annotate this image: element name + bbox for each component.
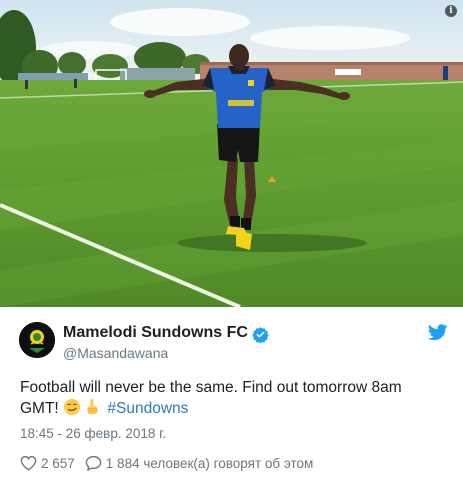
- verified-badge-icon: [252, 327, 269, 343]
- club-crest-icon: [19, 322, 55, 358]
- photo-illustration: [0, 0, 463, 307]
- tweet-text: Football will never be the same. Find ou…: [20, 377, 450, 419]
- tweet-actions: 2 657 1 884 человек(а) говорят об этом: [20, 454, 313, 472]
- hashtag-link[interactable]: #Sundowns: [107, 400, 188, 417]
- avatar[interactable]: [19, 322, 55, 358]
- like-action[interactable]: 2 657: [20, 455, 75, 471]
- player-shadow: [177, 234, 367, 252]
- embedded-tweet-card: i Mamelodi Sundowns FC @Masandawana Foot…: [0, 0, 463, 479]
- reply-count: 1 884 человек(а) говорят об этом: [105, 455, 314, 471]
- reply-action[interactable]: 1 884 человек(а) говорят об этом: [85, 455, 314, 471]
- tweet-timestamp[interactable]: 18:45 - 26 февр. 2018 г.: [20, 426, 166, 441]
- twitter-bird-icon[interactable]: [428, 324, 448, 341]
- tweet-line-2-prefix: GMT!: [20, 400, 59, 417]
- speech-bubble-icon: [85, 455, 102, 471]
- pointing-up-hand-icon: [87, 398, 98, 415]
- author-name[interactable]: Mamelodi Sundowns FC: [63, 324, 248, 342]
- tweet-line-1: Football will never be the same. Find ou…: [20, 379, 402, 396]
- like-count: 2 657: [41, 455, 75, 471]
- info-icon[interactable]: i: [445, 5, 457, 17]
- author-handle[interactable]: @Masandawana: [63, 345, 168, 361]
- tweet-photo[interactable]: i: [0, 0, 463, 307]
- tweet-line-2: GMT! #Sundowns: [20, 398, 450, 419]
- heart-icon: [20, 455, 37, 471]
- smirking-face-icon: [63, 398, 81, 416]
